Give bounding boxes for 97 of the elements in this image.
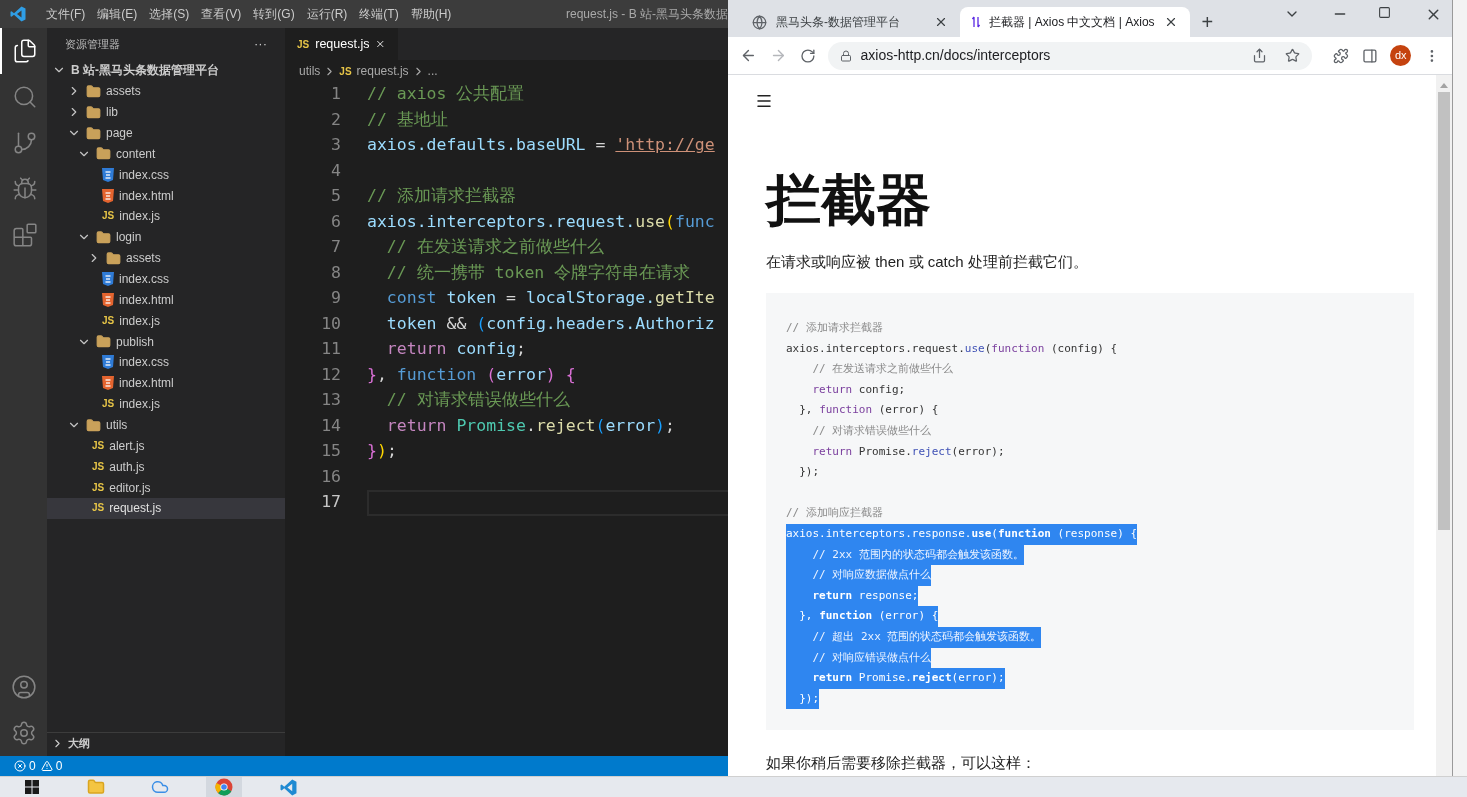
line-number: 14 xyxy=(320,414,341,437)
breadcrumb-item[interactable]: utils xyxy=(299,62,321,80)
line-number: 7 xyxy=(330,236,341,259)
tree-item[interactable]: index.html xyxy=(47,289,285,311)
tree-item[interactable]: assets xyxy=(47,80,285,102)
breadcrumb-item[interactable]: ... xyxy=(427,62,438,80)
code-line: return config; xyxy=(385,338,527,361)
tree-item[interactable]: index.html xyxy=(47,372,285,394)
window-title: request.js - B 站-黑马头条数据 xyxy=(564,6,728,23)
js-file-icon: JS xyxy=(102,211,115,222)
code-line: return Promise.reject(error); xyxy=(811,443,1005,460)
tree-item[interactable]: lib xyxy=(47,101,285,123)
tree-item[interactable]: JS index.js xyxy=(47,310,285,332)
code-line: // 添加响应拦截器 xyxy=(786,505,883,522)
tree-item[interactable]: utils xyxy=(47,414,285,436)
menu-item[interactable]: 运行(R) xyxy=(300,5,354,23)
code-line: // 在发送请求之前做些什么 xyxy=(811,361,954,378)
line-number: 6 xyxy=(330,210,341,233)
line-number: 17 xyxy=(320,491,341,514)
line-number: 4 xyxy=(330,159,341,182)
code-line: }); xyxy=(798,464,820,481)
tree-item[interactable]: publish xyxy=(47,331,285,353)
menu-item[interactable]: 选择(S) xyxy=(143,5,196,23)
address-field[interactable]: axios-http.cn/docs/interceptors xyxy=(828,41,1312,70)
js-file-icon: JS xyxy=(102,315,115,326)
js-file-icon: JS xyxy=(92,503,105,514)
line-number: 10 xyxy=(320,312,341,335)
code-line: // 对请求错误做些什么 xyxy=(385,389,571,412)
code-line: // 统一携带 token 令牌字符串在请求 xyxy=(385,261,692,284)
line-number: 12 xyxy=(320,363,341,386)
tree-item[interactable]: index.html xyxy=(47,185,285,206)
code-line: // 添加请求拦截器 xyxy=(367,185,517,208)
line-number: 2 xyxy=(330,108,341,131)
line-number: 16 xyxy=(320,465,341,488)
menu-item[interactable]: 查看(V) xyxy=(195,5,248,23)
tree-item[interactable]: JS index.js xyxy=(47,206,285,227)
code-line: // 添加请求拦截器 xyxy=(786,320,883,337)
warning-count[interactable]: 0 xyxy=(55,757,63,775)
breadcrumb-item[interactable]: JS request.js xyxy=(339,62,409,80)
code-line: // 基地址 xyxy=(367,108,449,131)
page-heading: 拦截器 xyxy=(766,168,932,233)
tree-item[interactable]: JS auth.js xyxy=(47,456,285,478)
code-line: }); xyxy=(367,440,398,463)
line-number: 15 xyxy=(320,440,341,463)
tree-item[interactable]: index.css xyxy=(47,164,285,186)
new-tab-button[interactable]: + xyxy=(1189,7,1226,37)
intro-text: 在请求或响应被 then 或 catch 处理前拦截它们。 xyxy=(766,252,1089,272)
line-number: 8 xyxy=(330,261,341,284)
tree-item[interactable]: login xyxy=(47,226,285,248)
tree-item[interactable]: index.css xyxy=(47,268,285,290)
js-file-icon: JS xyxy=(297,36,310,52)
js-file-icon: JS xyxy=(92,440,105,451)
tree-item[interactable]: assets xyxy=(47,247,285,269)
code-line: axios.defaults.baseURL = 'http://ge xyxy=(367,134,716,157)
more-actions-button[interactable]: ··· xyxy=(254,34,267,54)
js-file-icon: JS xyxy=(92,461,105,472)
code-line: return Promise.reject(error); xyxy=(385,414,676,437)
line-number: 5 xyxy=(330,185,341,208)
line-number: 9 xyxy=(330,287,341,310)
line-number: 1 xyxy=(330,83,341,106)
error-count[interactable]: 0 xyxy=(29,757,36,775)
body-text: 如果你稍后需要移除拦截器，可以这样： xyxy=(766,753,1037,773)
browser-tab[interactable]: 拦截器 | Axios 中文文档 | Axios xyxy=(960,7,1190,37)
code-line: token && (config.headers.Authoriz xyxy=(385,312,716,335)
menu-item[interactable]: 转到(G) xyxy=(247,5,301,23)
tree-item[interactable]: B 站-黑马头条数据管理平台 xyxy=(47,60,285,81)
tree-item[interactable]: JS request.js xyxy=(47,498,285,519)
code-line: const token = localStorage.getIte xyxy=(385,287,716,310)
tree-item[interactable]: index.css xyxy=(47,352,285,373)
js-file-icon: JS xyxy=(92,482,105,493)
outline-section[interactable]: 大纲 xyxy=(47,732,285,754)
code-line: }, function (error) { xyxy=(798,402,939,419)
code-line: // axios 公共配置 xyxy=(367,83,526,106)
browser-tab[interactable]: 黑马头条-数据管理平台 xyxy=(740,7,960,37)
code-line: return config; xyxy=(811,381,906,398)
line-number: 11 xyxy=(320,338,341,361)
code-line: // 在发送请求之前做些什么 xyxy=(385,236,605,259)
profile-avatar[interactable]: dx xyxy=(1390,45,1412,66)
tree-item[interactable]: content xyxy=(47,143,285,165)
tree-item[interactable]: page xyxy=(47,122,285,144)
menu-item[interactable]: 帮助(H) xyxy=(404,5,458,23)
editor-tab[interactable]: JS request.js xyxy=(285,28,398,60)
code-line: }, function (error) { xyxy=(367,363,577,386)
tree-item[interactable]: JS editor.js xyxy=(47,477,285,499)
menu-item[interactable]: 文件(F) xyxy=(40,5,92,23)
line-number: 3 xyxy=(330,134,341,157)
js-file-icon: JS xyxy=(102,399,115,410)
code-line: // 对请求错误做些什么 xyxy=(811,423,932,439)
code-line: axios.interceptors.request.use(function (config) { xyxy=(786,340,1118,357)
code-line: axios.interceptors.request.use(func xyxy=(367,210,716,233)
tree-item[interactable]: JS index.js xyxy=(47,393,285,415)
menu-item[interactable]: 编辑(E) xyxy=(91,5,144,23)
js-file-icon: JS xyxy=(339,63,352,79)
line-number: 13 xyxy=(320,389,341,412)
tree-item[interactable]: JS alert.js xyxy=(47,435,285,457)
sidebar-title: 资源管理器 xyxy=(65,36,120,52)
menu-item[interactable]: 终端(T) xyxy=(353,5,405,23)
